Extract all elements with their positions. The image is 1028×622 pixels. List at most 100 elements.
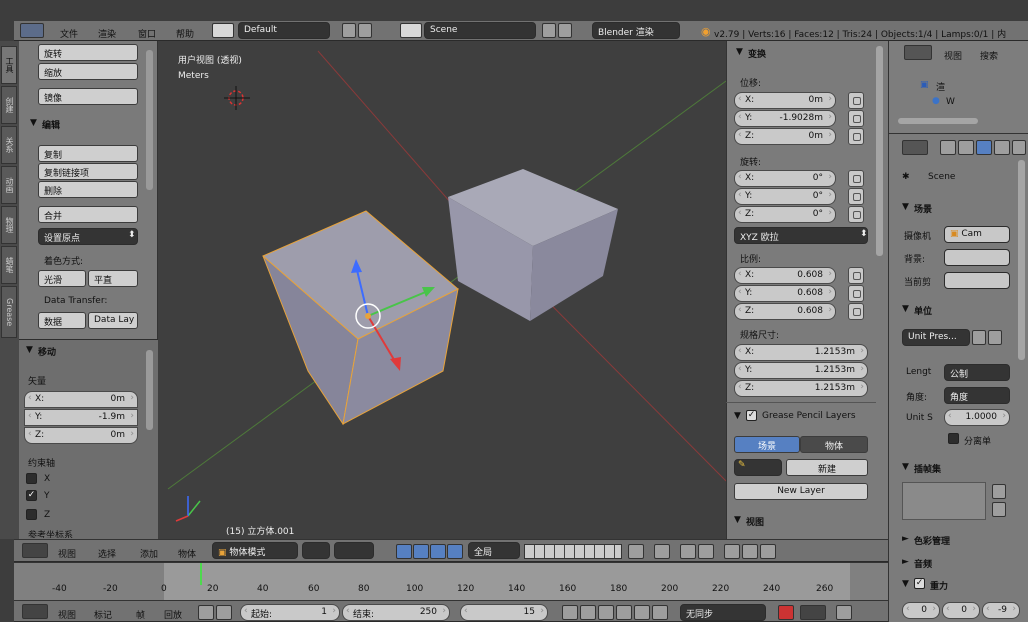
shading-select[interactable] [302,542,330,559]
scale-z-lock-icon[interactable] [848,303,864,320]
operator-header-arrow-icon[interactable]: ▼ [26,345,33,355]
outliner-scrollbar[interactable] [898,118,978,124]
unit-preset-remove-icon[interactable] [988,330,1002,345]
lock-layers-icon[interactable] [628,544,644,559]
data-button[interactable]: 数据 [38,312,86,329]
scene-pin-icon[interactable]: ✱ [902,172,910,182]
loc-z-field[interactable]: Z: 0m [734,128,836,145]
menu-render[interactable]: 渲染 [98,27,116,40]
render-engine-select[interactable]: Blender 渲染 [592,22,680,39]
jump-start-icon[interactable] [562,605,578,620]
duplicate-button[interactable]: 复制 [38,145,138,162]
rot-x-field[interactable]: X: 0° [734,170,836,187]
menu-file[interactable]: 文件 [60,27,78,40]
gp-enable-checkbox[interactable]: ✓ [746,410,757,421]
scale-manipulator-icon[interactable] [447,544,463,559]
orientation-select[interactable]: 全局 [468,542,520,559]
scale-y-lock-icon[interactable] [848,285,864,302]
gp-object-tab[interactable]: 物体 [800,436,868,453]
smooth-button[interactable]: 光滑 [38,270,86,287]
join-button[interactable]: 合并 [38,206,138,223]
loc-y-lock-icon[interactable] [848,110,864,127]
audio-arrow-icon[interactable]: ► [902,557,909,567]
rotate-button[interactable]: 旋转 [38,44,138,61]
timeline[interactable] [14,562,888,601]
gravity-x-field[interactable]: 0 [902,602,940,619]
rotate-manipulator-icon[interactable] [430,544,446,559]
viewport-extra-icon[interactable] [760,544,776,559]
record-icon[interactable] [778,605,794,620]
scene-remove-icon[interactable] [558,23,572,38]
gp-header-arrow-icon[interactable]: ▼ [734,411,741,421]
view3d-select-menu[interactable]: 选择 [98,547,116,560]
rot-y-lock-icon[interactable] [848,188,864,205]
menu-window[interactable]: 窗口 [138,27,156,40]
delete-button[interactable]: 删除 [38,181,138,198]
play-icon[interactable] [616,605,632,620]
keying-remove-icon[interactable] [992,502,1006,517]
scale-button[interactable]: 缩放 [38,63,138,80]
color-mgmt-arrow-icon[interactable]: ► [902,534,909,544]
gravity-checkbox[interactable]: ✓ [914,578,925,589]
scale-y-field[interactable]: Y: 0.608 [734,285,836,302]
audio-header[interactable]: 音频 [914,557,932,570]
current-frame-line[interactable] [200,563,202,585]
keying-add-icon[interactable] [992,484,1006,499]
unit-preset-select[interactable]: Unit Pres... [902,329,970,346]
keying-set-icon[interactable] [800,605,826,620]
timeline-playback-menu[interactable]: 回放 [164,608,182,621]
units-header[interactable]: 单位 [914,304,932,317]
jump-end-icon[interactable] [652,605,668,620]
scale-z-field[interactable]: Z: 0.608 [734,303,836,320]
key-insert-icon[interactable] [836,605,852,620]
set-origin-select[interactable]: 设置原点 [38,228,138,245]
play-reverse-icon[interactable] [598,605,614,620]
scene-header-arrow-icon[interactable]: ▼ [902,202,909,212]
data-layout-button[interactable]: Data Lay [88,312,138,329]
properties-scrollbar[interactable] [1018,160,1025,360]
outliner-view-menu[interactable]: 视图 [944,49,962,62]
separate-units-checkbox[interactable] [948,433,959,444]
preview-range-icon[interactable] [198,605,214,620]
layout-add-icon[interactable] [342,23,356,38]
timeline-frame-menu[interactable]: 帧 [136,608,145,621]
layout-remove-icon[interactable] [358,23,372,38]
tab-physics[interactable]: 物理 [1,206,17,244]
end-frame-field[interactable]: 结束: 250 [342,604,450,621]
layers-tab-icon[interactable] [958,140,974,155]
outliner-search-menu[interactable]: 搜索 [980,49,998,62]
move-y-field[interactable]: Y: -1.9m [24,409,138,426]
scene-tab-icon[interactable] [976,140,992,155]
edit-header-arrow-icon[interactable]: ▼ [30,118,37,128]
operator-scrollbar[interactable] [146,350,153,430]
tab-create[interactable]: 创建 [1,86,17,124]
mirror-button[interactable]: 镜像 [38,88,138,105]
opengl-anim-icon[interactable] [742,544,758,559]
scene-icon[interactable] [400,23,422,38]
dim-y-field[interactable]: Y: 1.2153m [734,362,868,379]
length-select[interactable]: 公制 [944,364,1010,381]
view3d-editor-icon[interactable] [22,543,48,558]
move-z-field[interactable]: Z: 0m [24,427,138,444]
properties-type-icon[interactable] [902,140,928,155]
dim-z-field[interactable]: Z: 1.2153m [734,380,868,397]
tab-animation[interactable]: 动画 [1,166,17,204]
render-tab-icon[interactable] [940,140,956,155]
unit-scale-field[interactable]: 1.0000 [944,409,1010,426]
prev-keyframe-icon[interactable] [580,605,596,620]
view-header[interactable]: 视图 [746,515,764,528]
proportional-edit-icon[interactable] [654,544,670,559]
gravity-arrow-icon[interactable]: ▼ [902,579,909,589]
view3d-add-menu[interactable]: 添加 [140,547,158,560]
move-x-field[interactable]: X: 0m [24,391,138,408]
loc-y-field[interactable]: Y: -1.9028m [734,110,836,127]
edit-header[interactable]: 编辑 [42,118,60,131]
gp-scene-tab[interactable]: 场景 [734,436,800,453]
layout-select[interactable]: Default [238,22,330,39]
timeline-view-menu[interactable]: 视图 [58,608,76,621]
transform-header[interactable]: 变换 [748,47,766,60]
rotation-mode-select[interactable]: XYZ 欧拉 [734,227,868,244]
timeline-editor-icon[interactable] [22,604,48,619]
keying-header[interactable]: 插帧集 [914,462,941,475]
tool-shelf-scrollbar[interactable] [146,50,153,190]
